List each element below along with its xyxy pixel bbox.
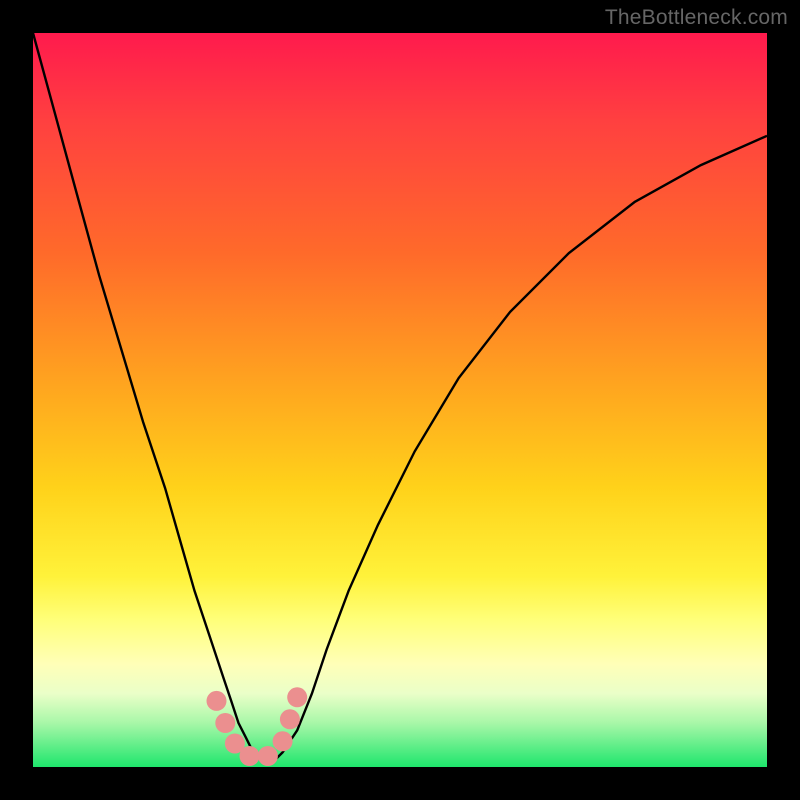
- bottleneck-curve: [33, 33, 767, 760]
- curve-layer: [33, 33, 767, 767]
- curve-markers: [207, 687, 308, 766]
- watermark-text: TheBottleneck.com: [605, 6, 788, 30]
- plot-area: [33, 33, 767, 767]
- chart-frame: TheBottleneck.com: [0, 0, 800, 800]
- curve-marker: [215, 713, 235, 733]
- curve-marker: [273, 731, 293, 751]
- curve-marker: [207, 691, 227, 711]
- curve-marker: [240, 746, 260, 766]
- curve-marker: [258, 746, 278, 766]
- curve-marker: [280, 709, 300, 729]
- curve-marker: [287, 687, 307, 707]
